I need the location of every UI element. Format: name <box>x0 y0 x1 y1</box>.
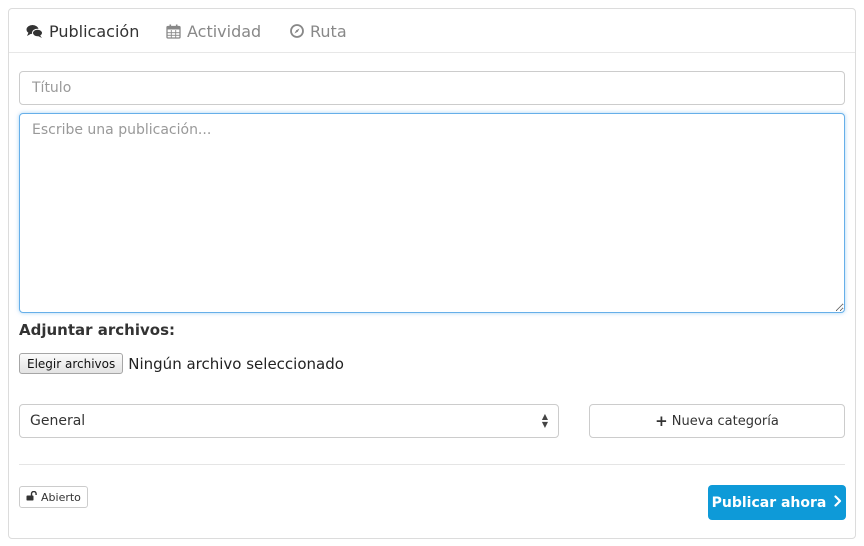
file-status-text: Ningún archivo seleccionado <box>128 354 344 373</box>
new-category-button[interactable]: + Nueva categoría <box>589 404 845 438</box>
publish-now-button[interactable]: Publicar ahora <box>708 485 846 520</box>
tab-actividad[interactable]: Actividad <box>166 20 261 42</box>
comments-icon <box>26 24 43 39</box>
privacy-toggle-button[interactable]: Abierto <box>19 486 88 508</box>
category-select-value: General <box>30 413 86 429</box>
title-input[interactable] <box>19 71 845 105</box>
file-picker: Elegir archivos Ningún archivo seleccion… <box>19 353 344 374</box>
category-select[interactable]: General ▲ ▼ <box>19 404 559 438</box>
choose-files-button[interactable]: Elegir archivos <box>19 353 124 374</box>
divider <box>19 464 845 465</box>
select-arrows-icon: ▲ ▼ <box>541 412 548 429</box>
post-composer-card: Publicación Actividad Ruta Título Escrib… <box>8 8 856 539</box>
post-body-textarea[interactable] <box>19 113 845 313</box>
tab-label: Ruta <box>310 21 347 41</box>
new-category-label: Nueva categoría <box>671 413 779 429</box>
tab-ruta[interactable]: Ruta <box>290 20 347 42</box>
unlock-icon <box>26 490 38 504</box>
tab-label: Publicación <box>49 21 140 41</box>
publish-label: Publicar ahora <box>711 494 827 511</box>
plus-icon: + <box>655 412 668 430</box>
tab-label: Actividad <box>187 21 262 41</box>
compass-icon <box>290 24 304 38</box>
privacy-label: Abierto <box>41 490 81 504</box>
tab-publicacion[interactable]: Publicación <box>26 20 139 42</box>
composer-tabs: Publicación Actividad Ruta <box>9 9 855 53</box>
calendar-icon <box>166 24 181 39</box>
chevron-right-icon <box>834 494 842 511</box>
attach-files-label: Adjuntar archivos: <box>19 321 175 339</box>
